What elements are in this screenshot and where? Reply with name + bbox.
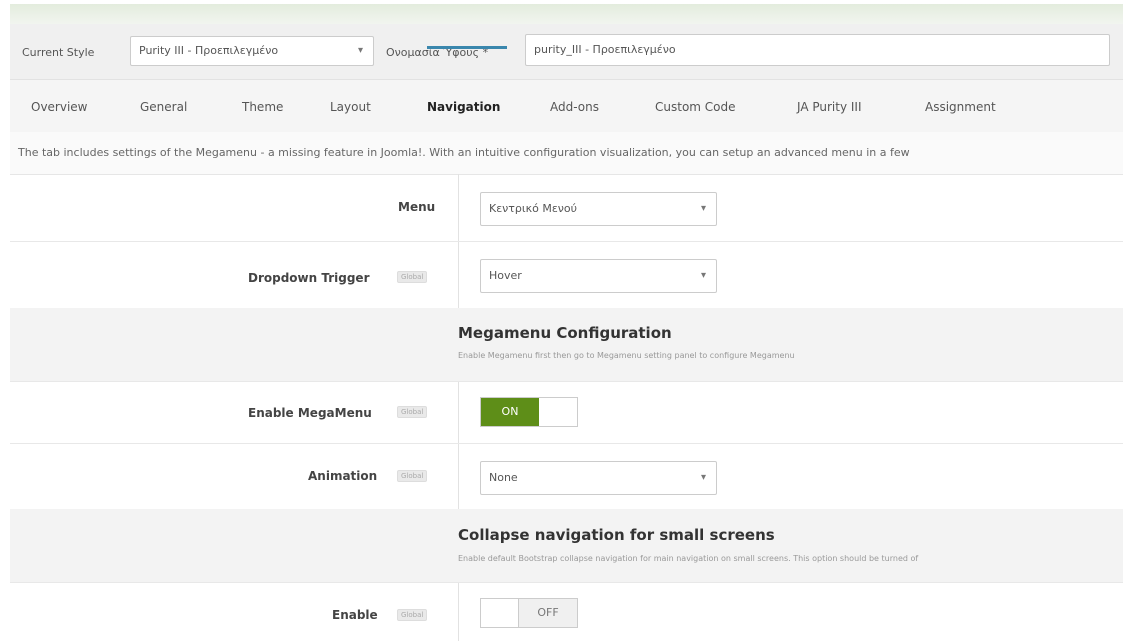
chevron-down-icon: ▾ — [357, 45, 363, 56]
animation-label: Animation — [308, 469, 378, 483]
enable-collapse-row: Enable Global OFF — [10, 582, 1123, 641]
enable-collapse-toggle[interactable]: OFF — [480, 598, 578, 628]
dropdown-trigger-row: Dropdown Trigger Global Hover ▾ — [10, 241, 1123, 309]
top-strip — [10, 4, 1123, 26]
style-name-value: purity_III - Προεπιλεγμένο — [534, 43, 676, 56]
enable-collapse-label: Enable — [332, 608, 378, 622]
dropdown-trigger-value: Hover — [489, 269, 522, 282]
tab-overview[interactable]: Overview — [31, 100, 88, 114]
tab-description: The tab includes settings of the Megamen… — [10, 132, 1123, 175]
current-style-value: Purity III - Προεπιλεγμένο — [139, 44, 279, 57]
menu-label: Menu — [398, 200, 436, 214]
tab-add-ons[interactable]: Add-ons — [550, 100, 599, 114]
style-bar: Current Style Purity III - Προεπιλεγμένο… — [10, 24, 1123, 80]
tab-layout[interactable]: Layout — [330, 100, 371, 114]
menu-value: Κεντρικό Μενού — [489, 202, 578, 215]
megamenu-section-title: Megamenu Configuration — [458, 324, 672, 342]
tab-general[interactable]: General — [140, 100, 187, 114]
enable-megamenu-row: Enable MegaMenu Global ON — [10, 381, 1123, 444]
tab-description-text: The tab includes settings of the Megamen… — [18, 146, 910, 159]
toggle-off-state: OFF — [518, 599, 577, 627]
collapse-section-title: Collapse navigation for small screens — [458, 526, 775, 544]
enable-megamenu-toggle[interactable]: ON — [480, 397, 578, 427]
megamenu-section-desc: Enable Megamenu first then go to Megamen… — [458, 351, 795, 360]
current-style-label: Current Style — [22, 46, 95, 59]
tab-theme[interactable]: Theme — [242, 100, 283, 114]
chevron-down-icon: ▾ — [700, 203, 706, 214]
dropdown-trigger-select[interactable]: Hover ▾ — [480, 259, 717, 293]
tab-bar: Overview General Theme Layout Navigation… — [10, 80, 1123, 133]
animation-row: Animation Global None ▾ — [10, 443, 1123, 510]
global-badge: Global — [397, 406, 428, 418]
global-badge: Global — [397, 271, 428, 283]
style-name-input[interactable]: purity_III - Προεπιλεγμένο — [525, 34, 1110, 66]
megamenu-section: Megamenu Configuration Enable Megamenu f… — [10, 308, 1123, 382]
dropdown-trigger-label: Dropdown Trigger — [248, 271, 370, 285]
menu-select[interactable]: Κεντρικό Μενού ▾ — [480, 192, 717, 226]
tab-ja-purity-iii[interactable]: JA Purity III — [797, 100, 862, 114]
enable-megamenu-label: Enable MegaMenu — [248, 406, 372, 420]
toggle-on-state: ON — [481, 398, 539, 426]
collapse-section: Collapse navigation for small screens En… — [10, 509, 1123, 583]
tab-custom-code[interactable]: Custom Code — [655, 100, 736, 114]
menu-row: Menu Κεντρικό Μενού ▾ — [10, 174, 1123, 242]
tab-navigation[interactable]: Navigation — [427, 100, 500, 114]
active-tab-indicator — [427, 46, 507, 49]
chevron-down-icon: ▾ — [700, 270, 706, 281]
current-style-select[interactable]: Purity III - Προεπιλεγμένο ▾ — [130, 36, 374, 66]
animation-value: None — [489, 471, 518, 484]
global-badge: Global — [397, 609, 428, 621]
tab-assignment[interactable]: Assignment — [925, 100, 996, 114]
animation-select[interactable]: None ▾ — [480, 461, 717, 495]
collapse-section-desc: Enable default Bootstrap collapse naviga… — [458, 554, 919, 563]
chevron-down-icon: ▾ — [700, 472, 706, 483]
global-badge: Global — [397, 470, 428, 482]
